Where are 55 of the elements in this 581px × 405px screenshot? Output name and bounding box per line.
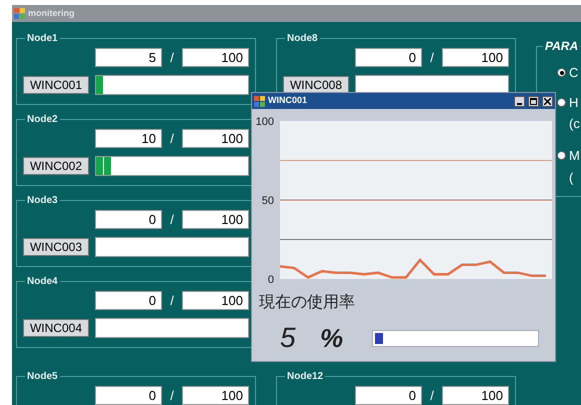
radio-button[interactable] xyxy=(557,68,566,78)
usage-label: 現在の使用率 xyxy=(259,292,356,313)
app-icon xyxy=(254,96,265,106)
group-title: Node3 xyxy=(26,194,59,208)
separator-text: / xyxy=(169,292,175,310)
usage-unit: % xyxy=(320,322,344,354)
separator-text: / xyxy=(169,130,175,148)
axis-tick-label: 50 xyxy=(262,195,274,207)
popup-title: WINC001 xyxy=(268,94,308,108)
max-field[interactable]: 100 xyxy=(182,129,249,148)
axis-tick-label: 100 xyxy=(256,116,274,128)
max-field[interactable]: 100 xyxy=(442,386,509,405)
max-field[interactable]: 100 xyxy=(182,48,249,68)
usage-value: 5 xyxy=(280,321,297,355)
value-field[interactable]: 0 xyxy=(95,386,162,405)
close-button[interactable] xyxy=(542,96,553,106)
minimize-button[interactable] xyxy=(514,96,525,106)
max-field[interactable]: 100 xyxy=(442,48,509,68)
separator-text: / xyxy=(169,387,175,405)
radio-button[interactable] xyxy=(557,98,566,107)
option-label: C xyxy=(569,64,578,82)
radio-button[interactable] xyxy=(557,151,566,160)
group-title: Node8 xyxy=(286,32,319,46)
node-button[interactable]: WINC004 xyxy=(23,318,89,336)
max-field[interactable]: 100 xyxy=(182,291,249,310)
separator-text: / xyxy=(169,211,175,229)
group-title: Node5 xyxy=(26,370,59,384)
node-button[interactable]: WINC003 xyxy=(23,238,89,256)
group-title: Node1 xyxy=(26,32,59,46)
separator-text: / xyxy=(169,49,175,67)
value-field[interactable]: 0 xyxy=(355,386,422,405)
maximize-button[interactable] xyxy=(528,96,539,106)
window-title: monitering xyxy=(28,6,74,20)
group-title: PARA xyxy=(544,38,580,55)
value-field[interactable]: 0 xyxy=(355,48,422,68)
option-note: (c xyxy=(569,116,580,131)
max-field[interactable]: 100 xyxy=(182,386,249,405)
node-button[interactable]: WINC001 xyxy=(23,76,89,94)
max-field[interactable]: 100 xyxy=(182,210,249,230)
option-label: H xyxy=(569,94,578,112)
group-title: Node4 xyxy=(26,275,59,289)
value-field[interactable]: 5 xyxy=(95,48,162,68)
option-note: ( xyxy=(569,170,574,184)
separator-text: / xyxy=(429,387,435,405)
option-label: M xyxy=(569,147,580,165)
value-field[interactable]: 10 xyxy=(95,129,162,148)
group-title: Node12 xyxy=(286,370,324,384)
value-field[interactable]: 0 xyxy=(95,291,162,310)
value-field[interactable]: 0 xyxy=(95,210,162,230)
axis-tick-label: 0 xyxy=(268,274,274,286)
node-button[interactable]: WINC002 xyxy=(23,156,89,174)
separator-text: / xyxy=(429,49,435,67)
app-icon xyxy=(14,8,25,19)
group-title: Node2 xyxy=(26,113,59,127)
node-button[interactable]: WINC008 xyxy=(283,76,349,94)
